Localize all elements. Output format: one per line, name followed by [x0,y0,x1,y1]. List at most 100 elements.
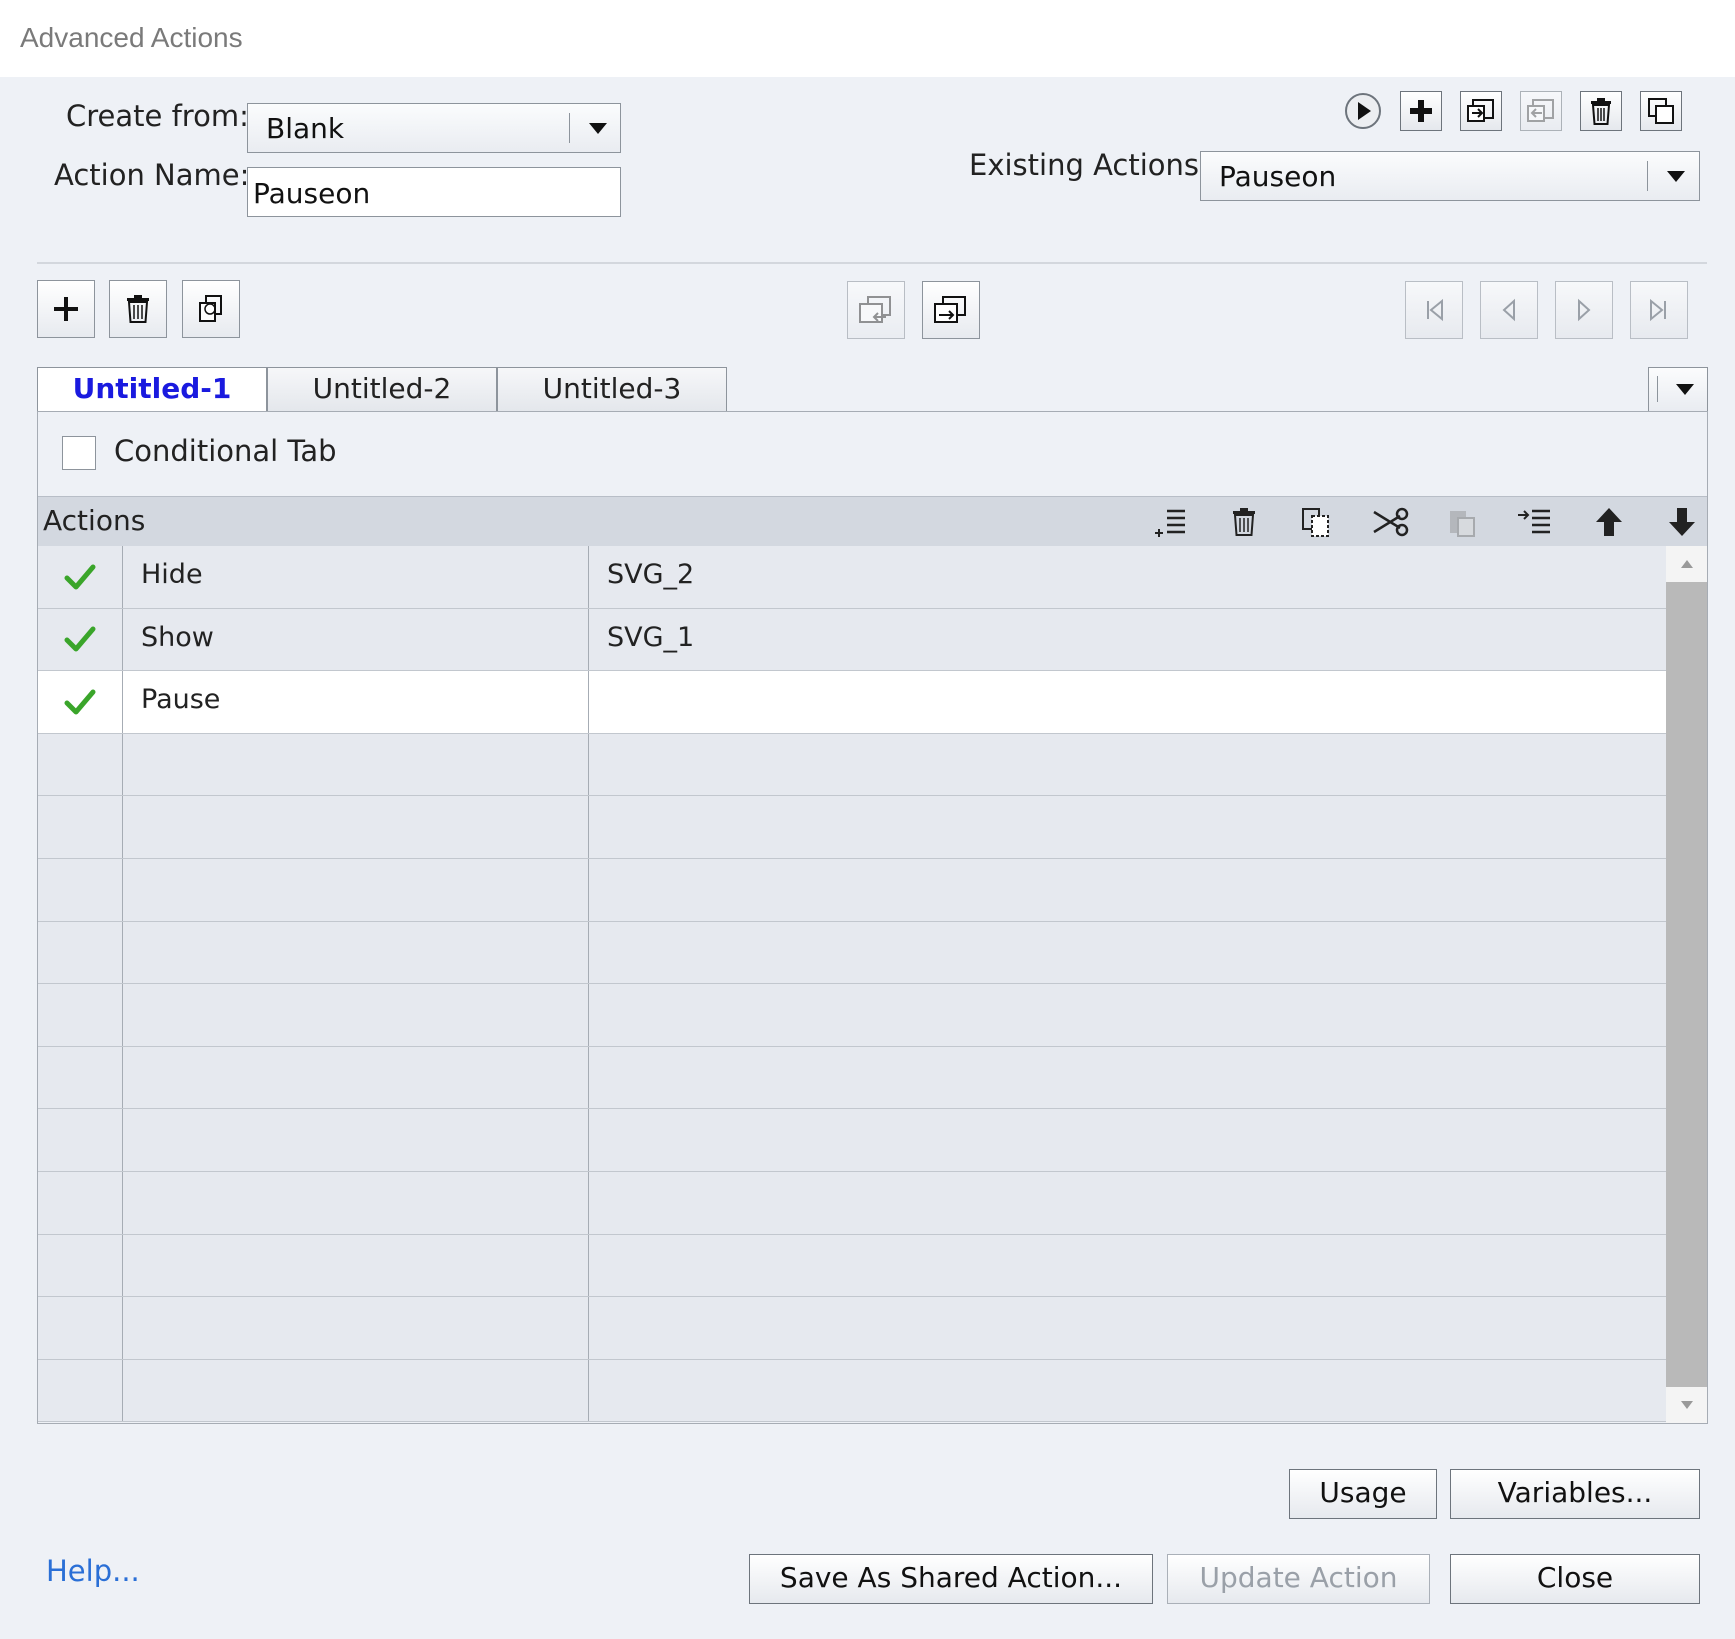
row-target-cell[interactable]: SVG_2 [589,546,1666,608]
scroll-down-arrow-icon[interactable] [1666,1387,1707,1423]
previous-decision-button[interactable] [1480,281,1538,339]
table-row[interactable] [38,796,1666,859]
row-status-cell [38,921,123,984]
delete-row-icon[interactable] [1221,502,1267,542]
row-target-cell[interactable] [589,1360,1666,1422]
export-action-button[interactable] [1520,91,1562,131]
row-action-cell[interactable]: Pause [123,671,589,733]
row-target-cell[interactable] [589,671,1666,733]
preview-icon[interactable] [1342,91,1384,131]
table-row[interactable] [38,1109,1666,1172]
cut-icon[interactable] [1367,502,1413,542]
move-down-icon[interactable] [1659,502,1705,542]
table-row[interactable] [38,921,1666,985]
close-button[interactable]: Close [1450,1554,1700,1604]
next-decision-button[interactable] [1555,281,1613,339]
export-icon [1527,99,1554,122]
move-decision-right-button[interactable] [922,281,980,339]
row-target-cell[interactable] [589,1235,1666,1297]
usage-button[interactable]: Usage [1289,1469,1437,1519]
update-action-button[interactable]: Update Action [1167,1554,1430,1604]
delete-decision-button[interactable] [109,280,167,338]
row-action-cell[interactable] [123,1359,589,1422]
row-status-cell [38,671,123,733]
tab-untitled-2[interactable]: Untitled-2 [267,367,497,412]
row-target-cell[interactable] [589,734,1666,796]
row-target-cell[interactable]: SVG_1 [589,609,1666,671]
duplicate-icon [1648,98,1674,124]
table-row[interactable] [38,1171,1666,1235]
table-row[interactable]: Hide SVG_2 [38,546,1666,609]
table-row[interactable] [38,1359,1666,1423]
add-icon [1410,100,1432,122]
last-icon [1650,298,1666,322]
table-row[interactable]: Show SVG_1 [38,608,1666,672]
chevron-down-icon[interactable] [1661,365,1707,413]
row-target-cell[interactable] [589,1297,1666,1359]
delete-action-button[interactable] [1580,91,1622,131]
checkmark-icon [64,564,96,590]
tab-untitled-1[interactable]: Untitled-1 [37,367,267,412]
chevron-down-icon[interactable] [1652,152,1698,200]
actions-header-label: Actions [43,504,146,537]
table-row[interactable]: Pause [38,671,1666,734]
table-row[interactable] [38,858,1666,922]
create-from-value: Blank [266,112,345,145]
copy-icon[interactable] [1294,502,1340,542]
paste-icon[interactable] [1440,502,1486,542]
help-link[interactable]: Help... [46,1554,140,1588]
row-action-cell[interactable] [123,1109,589,1171]
row-target-cell[interactable] [589,859,1666,921]
row-target-cell[interactable] [589,796,1666,858]
next-icon [1578,298,1591,322]
table-row[interactable] [38,733,1666,797]
row-target-cell[interactable] [589,1172,1666,1234]
move-decision-left-button[interactable] [847,281,905,339]
add-decision-icon [54,297,78,321]
scroll-up-arrow-icon[interactable] [1666,546,1707,582]
actions-scrollbar[interactable] [1666,546,1707,1423]
conditional-tab-label: Conditional Tab [114,434,337,468]
row-target-cell[interactable] [589,1109,1666,1171]
row-status-cell [38,1297,123,1359]
row-action-cell[interactable] [123,1171,589,1234]
variables-button[interactable]: Variables... [1450,1469,1700,1519]
row-action-cell[interactable] [123,733,589,796]
row-action-cell[interactable] [123,921,589,984]
existing-actions-dropdown[interactable]: Pauseon [1200,151,1700,201]
existing-actions-value: Pauseon [1219,160,1337,193]
row-target-cell[interactable] [589,984,1666,1046]
row-action-cell[interactable]: Show [123,608,589,671]
table-row[interactable] [38,1046,1666,1110]
row-action-cell[interactable] [123,796,589,858]
table-row[interactable] [38,984,1666,1047]
save-as-shared-action-button[interactable]: Save As Shared Action... [749,1554,1153,1604]
duplicate-action-button[interactable] [1640,91,1682,131]
table-row[interactable] [38,1234,1666,1298]
row-action-cell[interactable] [123,858,589,921]
paste-insert-icon[interactable] [1513,502,1559,542]
tab-untitled-3[interactable]: Untitled-3 [497,367,727,412]
create-from-dropdown[interactable]: Blank [247,103,621,153]
add-action-button[interactable] [1400,91,1442,131]
last-decision-button[interactable] [1630,281,1688,339]
row-action-cell[interactable] [123,1046,589,1109]
table-row[interactable] [38,1297,1666,1360]
add-decision-button[interactable] [37,280,95,338]
first-decision-button[interactable] [1405,281,1463,339]
row-target-cell[interactable] [589,1047,1666,1109]
row-target-cell[interactable] [589,922,1666,984]
duplicate-decision-button[interactable] [182,280,240,338]
row-action-cell[interactable] [123,984,589,1046]
row-action-cell[interactable] [123,1297,589,1359]
chevron-down-icon[interactable] [574,104,620,152]
move-up-icon[interactable] [1586,502,1632,542]
insert-row-icon[interactable] [1148,502,1194,542]
row-action-cell[interactable] [123,1234,589,1297]
row-action-cell[interactable]: Hide [123,546,589,608]
conditional-tab-checkbox[interactable] [62,436,96,470]
checkmark-icon [64,689,96,715]
action-name-field[interactable]: Pauseon [247,167,621,217]
tab-list-dropdown[interactable] [1648,367,1708,412]
import-action-button[interactable] [1460,91,1502,131]
